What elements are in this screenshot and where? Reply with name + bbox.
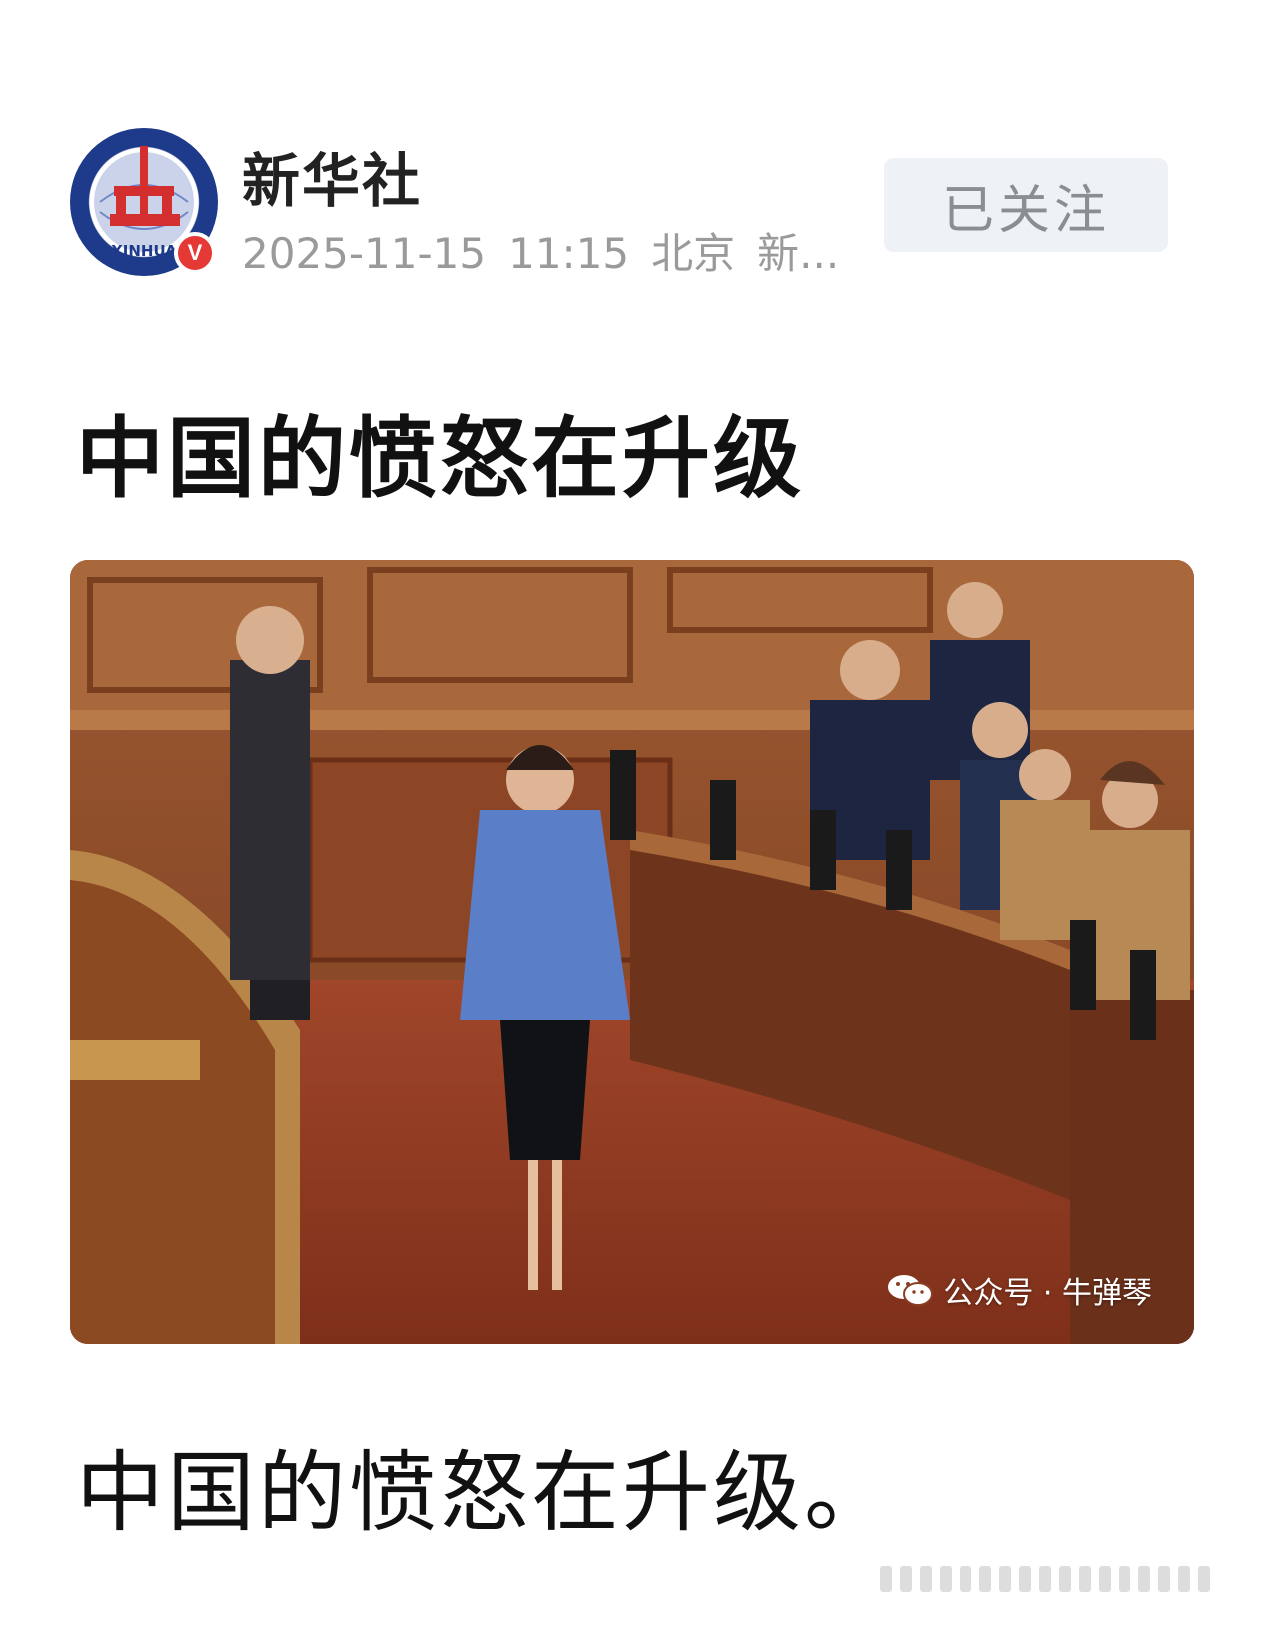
verified-badge-icon: V [174,232,216,274]
article-title: 中国的愤怒在升级 [76,407,805,510]
article-body: 中国的愤怒在升级。 [76,1441,896,1544]
account-name[interactable]: 新华社 [242,134,422,218]
post-source: 新... [757,229,840,278]
follow-button[interactable]: 已关注 [884,158,1168,252]
watermark-text: 公众号 · 牛弹琴 [943,1276,1152,1311]
wechat-icon [887,1273,934,1307]
photo-watermark: 公众号 · 牛弹琴 [887,1268,1152,1312]
post-date: 2025-11-15 [242,229,487,278]
svg-text:XINHUA: XINHUA [111,242,177,260]
post-header: XINHUA V 新华社 2025-11-15 11:15 北京 新... 已关注 [70,128,1210,278]
post-location: 北京 [651,229,736,278]
post-time: 11:15 [508,229,630,278]
parliament-photo [70,560,1194,1344]
article-photo[interactable]: 公众号 · 牛弹琴 [70,560,1194,1344]
bottom-decoration [880,1564,1210,1594]
post-meta: 2025-11-15 11:15 北京 新... [242,220,861,281]
